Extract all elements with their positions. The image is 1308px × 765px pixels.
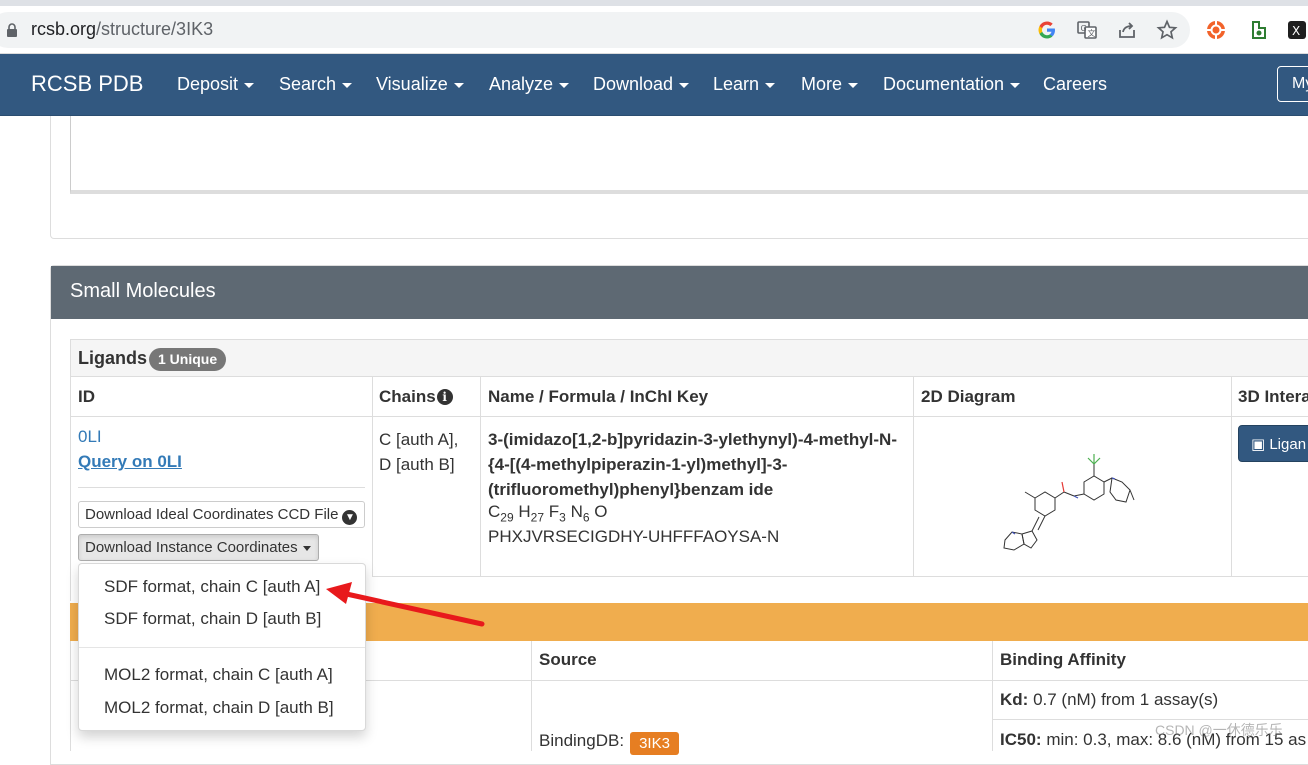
svg-text:G: G [1081, 24, 1087, 33]
col-header-2d-diagram: 2D Diagram [921, 387, 1016, 406]
ligand-chains: C [auth A], D [auth B] [379, 430, 459, 474]
previous-section-inner [70, 116, 1308, 194]
table-divider [531, 641, 532, 751]
extension-icon-2[interactable] [1246, 19, 1268, 41]
table-divider [70, 641, 71, 751]
kd-value: Kd: 0.7 (nM) from 1 assay(s) [1000, 690, 1219, 709]
my-pdb-button[interactable]: My [1277, 66, 1308, 102]
ligand-id-link[interactable]: 0LI [78, 427, 102, 447]
table-divider [913, 377, 914, 577]
cell-separator [78, 487, 365, 488]
google-icon[interactable] [1036, 19, 1058, 41]
top-navbar: RCSB PDB Deposit Search Visualize Analyz… [0, 54, 1308, 116]
cube-icon: ▣ [1251, 436, 1270, 453]
dropdown-item-mol2-chain-c[interactable]: MOL2 format, chain C [auth A] [104, 665, 333, 685]
ligand-inchi-key: PHXJVRSECIGDHY-UHFFFAOYSA-N [488, 527, 780, 546]
source-badge[interactable]: 3IK3 [630, 732, 679, 755]
watermark-text: CSDN @一休德乐乐 [1155, 722, 1283, 738]
extension-icon-3[interactable]: X [1286, 19, 1308, 41]
svg-text:文: 文 [1088, 28, 1096, 38]
bookmark-star-icon[interactable] [1156, 19, 1178, 41]
col-header-3d-interactions: 3D Intera [1238, 387, 1308, 406]
unique-count-badge: 1 Unique [149, 348, 227, 371]
col-header-source: Source [539, 650, 597, 669]
dropdown-divider [79, 647, 365, 648]
nav-deposit[interactable]: Deposit [177, 74, 255, 95]
dropdown-item-sdf-chain-d[interactable]: SDF format, chain D [auth B] [104, 609, 321, 629]
svg-text:X: X [1292, 24, 1300, 38]
share-icon[interactable] [1116, 19, 1138, 41]
caret-down-icon [559, 82, 570, 88]
download-ideal-coordinates-button[interactable]: Download Ideal Coordinates CCD File ▼ [78, 501, 365, 528]
ligands-header [70, 339, 1308, 377]
nav-analyze[interactable]: Analyze [489, 74, 570, 95]
ligand-interaction-button[interactable]: ▣ Ligan [1238, 425, 1308, 462]
translate-icon[interactable]: G 文 [1076, 19, 1098, 41]
ligand-formula: C29 H27 F3 N6 O [488, 502, 608, 525]
ligand-2d-diagram[interactable] [990, 440, 1150, 560]
extension-icon[interactable] [1205, 19, 1227, 41]
table-divider [372, 576, 1308, 577]
ligand-name: 3-(imidazo[1,2-b]pyridazin-3-ylethynyl)-… [488, 430, 897, 499]
table-divider [372, 377, 373, 577]
nav-more[interactable]: More [801, 74, 859, 95]
dropdown-item-mol2-chain-d[interactable]: MOL2 format, chain D [auth B] [104, 698, 334, 718]
info-icon[interactable]: i [436, 389, 453, 405]
annotation-arrow-icon [326, 582, 485, 627]
download-icon: ▼ [342, 510, 358, 525]
caret-down-icon [679, 82, 690, 88]
caret-down-icon [244, 82, 255, 88]
col-header-chains: Chains i [379, 387, 453, 407]
table-divider [70, 377, 71, 601]
caret-down-icon [765, 82, 776, 88]
col-header-binding-affinity: Binding Affinity [1000, 650, 1126, 669]
table-divider [480, 377, 481, 577]
table-divider [70, 416, 1308, 417]
lock-icon [7, 23, 17, 37]
ligands-title: Ligands [78, 348, 148, 368]
nav-learn[interactable]: Learn [713, 74, 776, 95]
caret-down-icon [302, 545, 311, 551]
url-text[interactable]: rcsb.org/structure/3IK3 [31, 19, 213, 40]
dropdown-item-sdf-chain-c[interactable]: SDF format, chain C [auth A] [104, 577, 320, 597]
col-header-id: ID [78, 387, 95, 406]
caret-down-icon [1010, 82, 1021, 88]
caret-down-icon [342, 82, 353, 88]
query-ligand-link[interactable]: Query on 0LI [78, 452, 182, 472]
nav-visualize[interactable]: Visualize [376, 74, 464, 95]
col-header-name: Name / Formula / InChI Key [488, 387, 709, 406]
binding-source: BindingDB: 3IK3 [539, 731, 679, 755]
nav-careers[interactable]: Careers [1043, 74, 1107, 95]
nav-documentation[interactable]: Documentation [883, 74, 1021, 95]
brand-logo[interactable]: RCSB PDB [31, 71, 143, 97]
table-divider [992, 641, 993, 751]
download-instance-coordinates-button[interactable]: Download Instance Coordinates [78, 534, 319, 561]
small-molecules-header [51, 266, 1308, 319]
caret-down-icon [453, 82, 464, 88]
nav-search[interactable]: Search [279, 74, 353, 95]
small-molecules-title: Small Molecules [70, 280, 216, 302]
table-divider [1231, 377, 1232, 577]
browser-tab-strip [0, 0, 1308, 6]
nav-download[interactable]: Download [593, 74, 690, 95]
caret-down-icon [848, 82, 859, 88]
browser-address-bar: rcsb.org/structure/3IK3 G 文 X [0, 0, 1308, 54]
